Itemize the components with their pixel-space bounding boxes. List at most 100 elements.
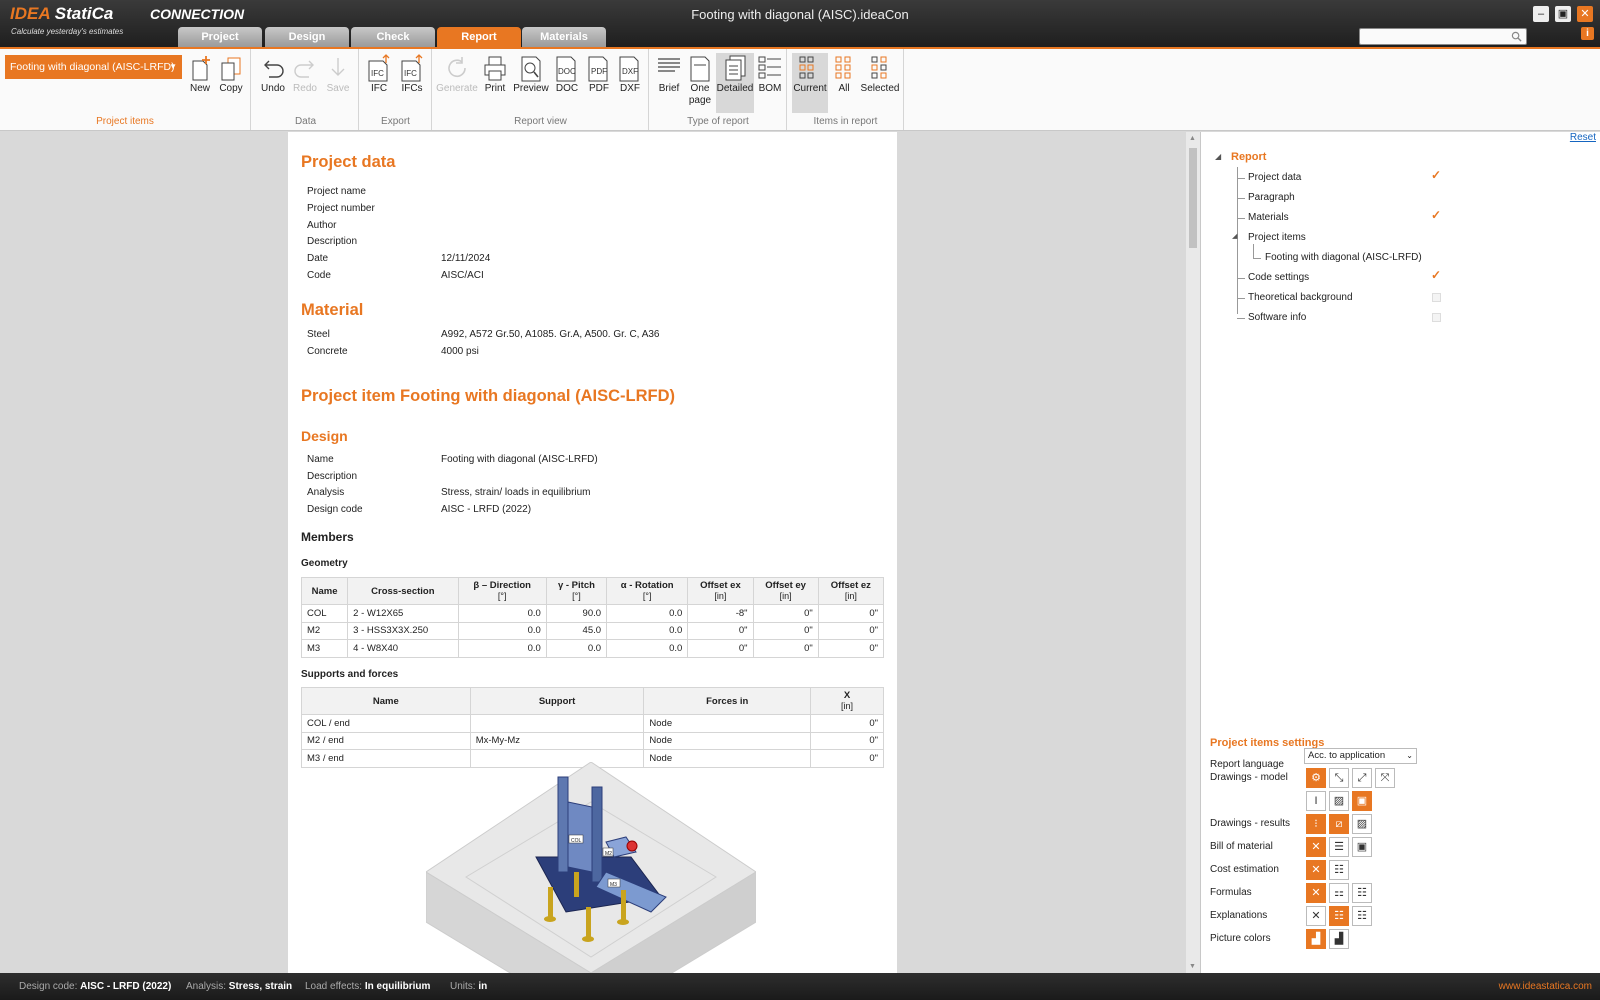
kv-value: AISC/ACI	[441, 270, 484, 281]
brief-label: Brief	[658, 83, 680, 94]
kv-value: 4000 psi	[441, 346, 479, 357]
tree-item-label: Theoretical background	[1248, 292, 1353, 303]
tree-item-materials[interactable]: Materials	[1248, 212, 1289, 223]
preview-button[interactable]: Preview	[511, 53, 551, 95]
pdf-button[interactable]: PDF PDF	[584, 53, 614, 95]
report-page: Project data Project name Project number…	[288, 132, 897, 973]
all-button[interactable]: All	[829, 53, 859, 95]
project-item-select[interactable]: Footing with diagonal (AISC-LRFD) ▼	[5, 55, 182, 79]
undo-button[interactable]: Undo	[258, 53, 288, 95]
brief-button[interactable]: Brief	[654, 53, 684, 95]
website-link[interactable]: www.ideastatica.com	[1499, 973, 1592, 1000]
status-label: Analysis:	[186, 981, 227, 992]
group-export: IFC IFC IFC IFCs Export	[360, 49, 432, 130]
detailed-button[interactable]: Detailed	[716, 53, 754, 113]
cost-none-icon[interactable]: ✕	[1306, 860, 1326, 880]
grayscale-picture-icon[interactable]: ▟	[1329, 929, 1349, 949]
drawing-image-icon[interactable]: ▨	[1329, 791, 1349, 811]
drawing-3d-view-icon[interactable]: ⚙	[1306, 768, 1326, 788]
checkbox-unchecked[interactable]	[1432, 293, 1441, 302]
col-header-pitch: γ - Pitch [°]	[545, 577, 608, 605]
save-button[interactable]: Save	[323, 53, 353, 95]
bom-none-icon[interactable]: ✕	[1306, 837, 1326, 857]
group-label-export: Export	[381, 116, 410, 127]
explanations-short-icon[interactable]: ☷	[1329, 906, 1349, 926]
scroll-down-arrow-icon[interactable]: ▼	[1189, 963, 1196, 970]
results-slash-icon[interactable]: ⧄	[1329, 814, 1349, 834]
color-picture-icon[interactable]: ▟	[1306, 929, 1326, 949]
tab-report[interactable]: Report	[437, 27, 521, 47]
reset-link[interactable]: Reset	[1570, 132, 1596, 143]
table-cell: Node	[643, 731, 812, 750]
checkbox-unchecked[interactable]	[1432, 313, 1441, 322]
search-input[interactable]	[1359, 28, 1527, 45]
table-cell: 0.0	[457, 639, 547, 658]
minimize-button[interactable]: –	[1533, 6, 1549, 22]
one-page-button[interactable]: One page	[685, 53, 715, 107]
drawing-picture-icon[interactable]: ▣	[1352, 791, 1372, 811]
header-unit: [in]	[844, 591, 857, 601]
generate-button[interactable]: Generate	[433, 53, 481, 95]
tab-check[interactable]: Check	[351, 27, 435, 47]
tree-collapse-icon[interactable]: ◢	[1215, 152, 1221, 161]
tree-item-paragraph[interactable]: Paragraph	[1248, 192, 1295, 203]
new-button[interactable]: New	[187, 53, 213, 95]
report-language-select[interactable]: Acc. to application ⌄	[1304, 748, 1417, 764]
tree-item-code-settings[interactable]: Code settings	[1248, 272, 1309, 283]
drawing-text-icon[interactable]: I	[1306, 791, 1326, 811]
ifcs-button[interactable]: IFC IFCs	[397, 53, 427, 95]
table-row: COL / end Node 0"	[301, 714, 884, 733]
cost-list-icon[interactable]: ☷	[1329, 860, 1349, 880]
tree-item-software-info[interactable]: Software info	[1248, 312, 1306, 323]
drawing-axis-y-icon[interactable]: ⤢	[1352, 768, 1372, 788]
tree-root-report[interactable]: Report	[1231, 151, 1266, 163]
print-button[interactable]: Print	[480, 53, 510, 95]
results-image-icon[interactable]: ▨	[1352, 814, 1372, 834]
checkmark-icon[interactable]: ✓	[1431, 168, 1441, 182]
bom-picture-icon[interactable]: ▣	[1352, 837, 1372, 857]
drawing-axis-z-icon[interactable]: ⤧	[1375, 768, 1395, 788]
explanations-none-icon[interactable]: ✕	[1306, 906, 1326, 926]
tree-item-label: Footing with diagonal (AISC-LRFD)	[1265, 252, 1422, 263]
bill-of-material-label: Bill of material	[1210, 841, 1273, 852]
tree-item-footing-with-diagonal[interactable]: Footing with diagonal (AISC-LRFD)	[1265, 252, 1422, 263]
tab-project[interactable]: Project	[178, 27, 262, 47]
explanations-full-icon[interactable]: ☷	[1352, 906, 1372, 926]
col-header-support: Support	[469, 687, 645, 715]
redo-button[interactable]: Redo	[290, 53, 320, 95]
tree-collapse-icon[interactable]: ◢	[1232, 232, 1237, 240]
header-text: Cross-section	[371, 585, 435, 597]
scroll-up-arrow-icon[interactable]: ▲	[1189, 135, 1196, 142]
search-icon[interactable]	[1511, 31, 1522, 42]
tree-item-project-items[interactable]: Project items	[1248, 232, 1306, 243]
info-button[interactable]: i	[1581, 27, 1594, 40]
tree-item-label: Software info	[1248, 312, 1307, 323]
copy-button[interactable]: Copy	[217, 53, 245, 95]
doc-button[interactable]: DOC DOC	[552, 53, 582, 95]
bom-button[interactable]: BOM	[755, 53, 785, 95]
maximize-button[interactable]: ▣	[1555, 6, 1571, 22]
current-button[interactable]: Current	[792, 53, 828, 113]
tab-materials[interactable]: Materials	[522, 27, 606, 47]
dxf-button[interactable]: DXF DXF	[615, 53, 645, 95]
tree-item-project-data[interactable]: Project data	[1248, 172, 1301, 183]
scroll-thumb[interactable]	[1189, 148, 1197, 248]
heading-project-data: Project data	[301, 153, 396, 171]
tree-item-theoretical-background[interactable]: Theoretical background	[1248, 292, 1353, 303]
formulas-short-icon[interactable]: ⚏	[1329, 883, 1349, 903]
results-traffic-light-icon[interactable]: ⁝	[1306, 814, 1326, 834]
drawing-axis-x-icon[interactable]: ⤡	[1329, 768, 1349, 788]
undo-label: Undo	[261, 83, 285, 94]
close-button[interactable]: ✕	[1577, 6, 1593, 22]
tab-design[interactable]: Design	[265, 27, 349, 47]
checkmark-icon[interactable]: ✓	[1431, 268, 1441, 282]
bom-list-icon[interactable]: ☰	[1329, 837, 1349, 857]
table-row: COL 2 - W12X65 0.0 90.0 0.0 -8" 0" 0"	[300, 604, 885, 623]
ifc-button[interactable]: IFC IFC	[364, 53, 394, 95]
checkmark-icon[interactable]: ✓	[1431, 208, 1441, 222]
formulas-none-icon[interactable]: ✕	[1306, 883, 1326, 903]
table-cell: M2 / end	[301, 731, 471, 750]
selected-button[interactable]: Selected	[860, 53, 900, 95]
formulas-full-icon[interactable]: ☷	[1352, 883, 1372, 903]
report-scrollbar[interactable]: ▲ ▼	[1186, 132, 1200, 973]
